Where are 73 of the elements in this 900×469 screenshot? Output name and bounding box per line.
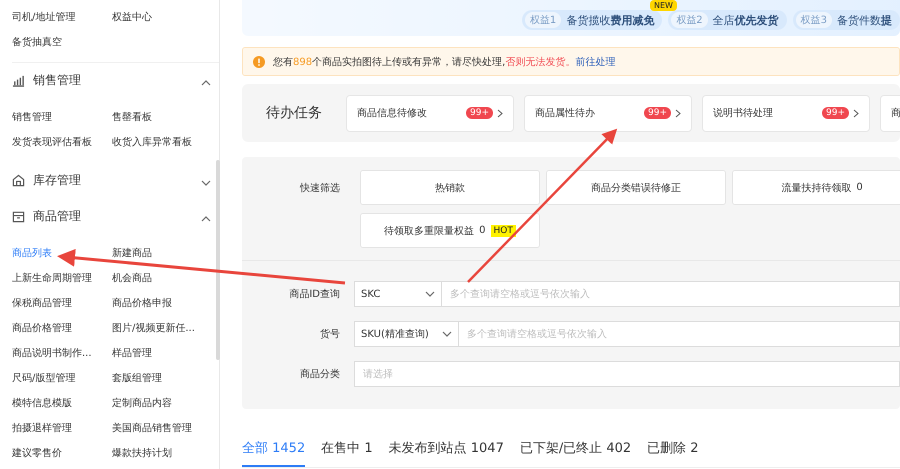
sidebar-item[interactable]: 定制商品内容 [112, 396, 212, 410]
task-button[interactable]: 说明书待处理 99+ [702, 94, 870, 132]
chevron-down-icon[interactable] [201, 180, 211, 186]
sidebar-group-title[interactable]: 库存管理 [33, 172, 193, 188]
chevron-up-icon[interactable] [201, 80, 211, 86]
sidebar-item[interactable]: 拍摄退样管理 [12, 420, 112, 434]
sidebar-item[interactable]: 商品说明书制作... [12, 346, 112, 360]
tab[interactable]: 未发布到站点 1047 [388, 439, 504, 467]
sidebar-item[interactable]: 尺码/版型管理 [12, 370, 112, 384]
hot-badge: HOT [490, 224, 516, 236]
benefit-chip[interactable]: 权益2 全店优先发货 [668, 10, 787, 30]
input-field[interactable]: 多个查询请空格或逗号依次输入 [459, 321, 900, 347]
select-field[interactable]: SKC [354, 281, 442, 307]
quick-filter-button[interactable]: 商品分类错误待修正 [546, 170, 726, 205]
sidebar-item[interactable]: 商品价格管理 [12, 320, 112, 334]
notice-text: 您有898个商品实拍图待上传或有异常，请尽快处理,否则无法发货。前往处理 [273, 56, 616, 68]
quick-filter-button[interactable]: 热销款 [360, 170, 540, 205]
count-badge: 99+ [822, 107, 849, 119]
sidebar-item[interactable]: 售罄看板 [112, 110, 212, 124]
sidebar-item[interactable]: 销售管理 [12, 110, 112, 124]
sidebar-item[interactable]: 模特信息模版 [12, 396, 112, 410]
tab[interactable]: 已删除 2 [647, 439, 699, 467]
quick-filter-button[interactable]: 流量扶持待领取 0 [732, 170, 900, 205]
sidebar-item[interactable]: 样品管理 [112, 346, 212, 360]
sidebar-group-title[interactable]: 销售管理 [33, 72, 193, 89]
filter-label: 快速筛选 [298, 182, 341, 194]
sidebar-item[interactable]: 保税商品管理 [12, 296, 112, 310]
benefit-chip[interactable]: 权益3 备货件数提 [792, 10, 900, 30]
sidebar-item[interactable]: 建议零售价 [12, 446, 112, 460]
sidebar-item[interactable]: 套版组管理 [112, 370, 212, 384]
chevron-down-icon[interactable] [442, 331, 452, 337]
input-field[interactable]: 请选择 [354, 361, 900, 387]
input-field[interactable]: 多个查询请空格或逗号依次输入 [442, 281, 900, 307]
sidebar-item[interactable]: 商品列表 [12, 246, 112, 260]
sidebar-item[interactable]: 发货表现评估看板 [12, 134, 112, 148]
sidebar-item[interactable]: 备货抽真空 [12, 34, 112, 48]
sidebar-item[interactable]: 美国商品销售管理 [112, 420, 212, 434]
warning-icon [253, 56, 265, 68]
filter-label: 货号 [319, 328, 341, 341]
sidebar-item[interactable]: 爆款扶持计划 [112, 446, 212, 460]
count-badge: 99+ [644, 107, 671, 119]
sidebar-item[interactable]: 权益中心 [112, 10, 212, 24]
task-button[interactable]: 商品信息待修改 99+ [346, 94, 514, 132]
benefit-chip[interactable]: 权益1 备货揽收费用减免 [522, 10, 662, 30]
chevron-up-icon[interactable] [201, 216, 211, 222]
tab[interactable]: 在售中 1 [321, 439, 373, 467]
sidebar-item[interactable]: 司机/地址管理 [12, 10, 112, 24]
sidebar-item[interactable]: 图片/视频更新任... [112, 320, 212, 334]
box-icon [12, 210, 25, 222]
chevron-right-icon [675, 108, 681, 118]
sidebar-item[interactable]: 商品价格申报 [112, 296, 212, 310]
chevron-right-icon [497, 108, 503, 118]
new-badge: NEW [650, 0, 677, 11]
bar-chart-icon [12, 74, 25, 87]
filter-label: 商品分类 [299, 368, 341, 381]
scrollbar[interactable] [216, 160, 220, 360]
tab[interactable]: 全部 1452 [242, 439, 306, 467]
sidebar-item[interactable]: 收货入库异常看板 [112, 134, 212, 148]
task-button[interactable]: 商品属性待办 99+ [524, 94, 692, 132]
filter-label: 商品ID查询 [288, 288, 341, 301]
chevron-right-icon [853, 108, 859, 118]
sidebar-item[interactable]: 上新生命周期管理 [12, 270, 112, 284]
sidebar-item[interactable]: 机会商品 [112, 270, 212, 284]
quick-filter-button[interactable]: 待领取多重限量权益 0 HOT [360, 213, 540, 248]
sidebar-group-title[interactable]: 商品管理 [33, 208, 193, 224]
sidebar-item[interactable]: 新建商品 [112, 246, 212, 260]
tab[interactable]: 已下架/已终止 402 [520, 439, 632, 467]
count-badge: 99+ [466, 107, 493, 119]
chevron-down-icon[interactable] [425, 291, 435, 297]
house-icon [12, 174, 25, 186]
todo-title: 待办任务 [266, 104, 322, 122]
select-field[interactable]: SKU(精准查询) [354, 321, 459, 347]
notice-link[interactable]: 前往处理 [575, 56, 616, 68]
